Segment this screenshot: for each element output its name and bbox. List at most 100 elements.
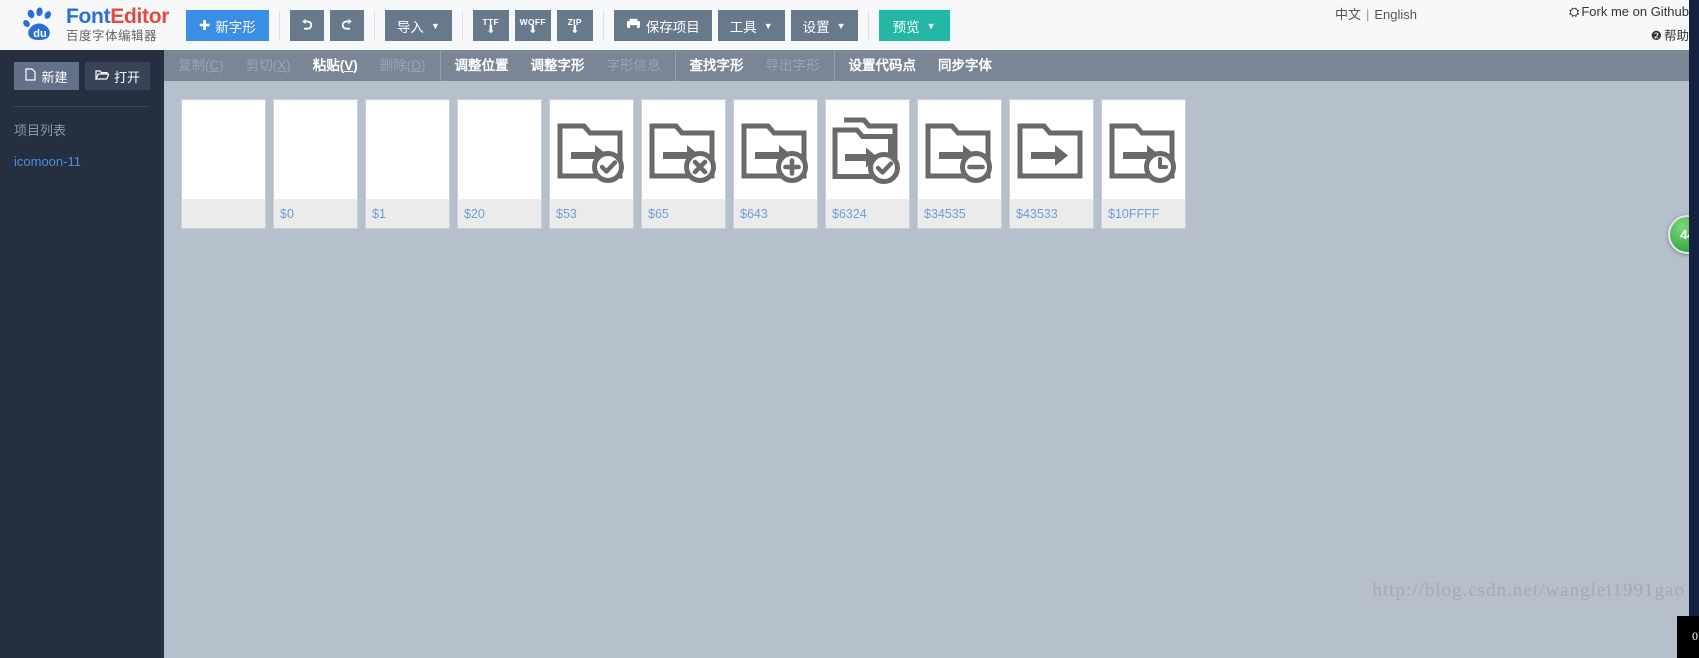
- help-link[interactable]: ❷ 帮助: [1651, 25, 1689, 44]
- sidebar: 新建 打开 项目列表 icomoon-11: [0, 50, 164, 658]
- settings-label: 设置: [802, 19, 830, 35]
- brand-subtitle: 百度字体编辑器: [66, 29, 158, 43]
- glyph-codepoint: $43533: [1010, 199, 1093, 228]
- tools-label: 工具: [729, 19, 757, 35]
- glyph-cell[interactable]: $34535: [918, 100, 1001, 228]
- sidebar-open-button[interactable]: 打开: [85, 62, 150, 90]
- project-list-label: 项目列表: [14, 123, 67, 138]
- menu-group-3: 设置代码点 同步字体: [833, 50, 1007, 81]
- import-button[interactable]: 导入 ▼: [384, 10, 452, 41]
- undo-button[interactable]: [289, 10, 324, 41]
- chevron-down-icon-5: ▼: [926, 20, 936, 31]
- new-glyph-button[interactable]: ✚ 新字形: [186, 10, 269, 41]
- glyph-codepoint: $643: [734, 199, 817, 228]
- menu-glyph-info: 字形信息: [606, 58, 661, 73]
- toolbar-divider-2: [373, 10, 375, 41]
- top-toolbar: ✚ 新字形 导入 ▼ TTF ⬇ WOFF ⬇ ZIP ⬇ 保存项目 工具 ▼ …: [186, 10, 956, 41]
- download-arrow-icon-3: ⬇: [570, 24, 580, 37]
- toolbar-divider-4: [602, 10, 604, 41]
- preview-label: 预览: [892, 19, 920, 35]
- undo-icon: [299, 16, 315, 35]
- download-arrow-icon-2: ⬇: [528, 24, 538, 37]
- github-icon: ⛭: [1568, 4, 1580, 19]
- glyph-cell[interactable]: $65: [642, 100, 725, 228]
- menu-export-glyph: 导出字形: [765, 58, 820, 73]
- glyph-codepoint: $34535: [918, 199, 1001, 228]
- folders-arrow-check-icon: [826, 100, 909, 199]
- glyph-cell[interactable]: $0: [274, 100, 357, 228]
- brand-name-editor: Editor: [110, 5, 170, 28]
- export-zip-button[interactable]: ZIP ⬇: [556, 10, 593, 41]
- glyph-preview-empty: [274, 100, 357, 199]
- chevron-down-icon-4: ▼: [836, 20, 846, 31]
- menu-set-codepoint[interactable]: 设置代码点: [838, 50, 928, 81]
- glyph-codepoint: [182, 199, 265, 228]
- top-bar: du FontEditor 百度字体编辑器 ✚ 新字形 导入 ▼ TTF ⬇ W…: [0, 0, 1699, 50]
- glyph-cell[interactable]: $6324: [826, 100, 909, 228]
- lang-chinese-link[interactable]: 中文: [1335, 7, 1361, 22]
- lang-english-link[interactable]: English: [1374, 7, 1417, 22]
- lang-separator: |: [1365, 7, 1370, 22]
- glyph-codepoint: $1: [366, 199, 449, 228]
- save-project-button[interactable]: 保存项目: [613, 10, 712, 41]
- chevron-down-icon-3: ▼: [763, 20, 773, 31]
- sidebar-open-label: 打开: [113, 69, 140, 85]
- menu-copy: 复制(C): [178, 58, 224, 73]
- folder-arrow-clock-icon: [1102, 100, 1185, 199]
- glyph-codepoint: $10FFFF: [1102, 199, 1185, 228]
- menu-group-0: 复制(C) 剪切(X) 粘贴(V) 删除(D): [164, 50, 440, 81]
- redo-button[interactable]: [329, 10, 364, 41]
- settings-button[interactable]: 设置 ▼: [790, 10, 858, 41]
- baidu-paw-icon: du: [22, 6, 58, 42]
- glyph-cell[interactable]: $1: [366, 100, 449, 228]
- folder-arrow-check-icon: [550, 100, 633, 199]
- glyph-cell[interactable]: [182, 100, 265, 228]
- folder-arrow-plus-icon: [734, 100, 817, 199]
- glyph-preview-empty: [366, 100, 449, 199]
- new-glyph-label: 新字形: [215, 19, 256, 35]
- menu-find-glyph[interactable]: 查找字形: [679, 50, 755, 81]
- right-edge-strip: [1689, 0, 1699, 658]
- svg-text:du: du: [33, 28, 46, 40]
- menu-paste[interactable]: 粘贴(V): [302, 50, 369, 81]
- question-circle-icon: ❷: [1650, 29, 1662, 43]
- brand-name: FontEditor: [66, 6, 169, 27]
- toolbar-divider: [278, 10, 280, 41]
- plus-icon: ✚: [199, 17, 211, 33]
- watermark-text: http://blog.csdn.net/wanglei1991gao: [1372, 580, 1685, 601]
- glyph-codepoint: $65: [642, 199, 725, 228]
- export-ttf-button[interactable]: TTF ⬇: [472, 10, 509, 41]
- toolbar-divider-5: [867, 10, 869, 41]
- glyph-codepoint: $0: [274, 199, 357, 228]
- menu-delete: 删除(D): [379, 58, 426, 73]
- file-icon: [25, 68, 37, 84]
- glyph-preview-empty: [182, 100, 265, 199]
- corner-mark: 0: [1692, 629, 1698, 643]
- tools-button[interactable]: 工具 ▼: [717, 10, 785, 41]
- folder-open-icon: [95, 69, 110, 84]
- preview-button[interactable]: 预览 ▼: [878, 10, 950, 41]
- fork-label: Fork me on Github: [1581, 4, 1689, 19]
- folder-arrow-x-icon: [642, 100, 725, 199]
- folder-arrow-icon: [1010, 100, 1093, 199]
- menu-adjust-glyph[interactable]: 调整字形: [520, 50, 596, 81]
- toolbar-divider-3: [461, 10, 463, 41]
- export-woff-button[interactable]: WOFF ⬇: [514, 10, 551, 41]
- glyph-cell[interactable]: $43533: [1010, 100, 1093, 228]
- menu-group-1: 调整位置 调整字形 字形信息: [439, 50, 675, 81]
- glyph-codepoint: $6324: [826, 199, 909, 228]
- menu-group-2: 查找字形 导出字形: [674, 50, 834, 81]
- sidebar-divider: [14, 106, 150, 107]
- sidebar-project-icomoon-11[interactable]: icomoon-11: [14, 154, 150, 169]
- glyph-codepoint: $53: [550, 199, 633, 228]
- glyph-cell[interactable]: $20: [458, 100, 541, 228]
- sidebar-new-button[interactable]: 新建: [14, 62, 79, 90]
- menu-adjust-position[interactable]: 调整位置: [444, 50, 520, 81]
- brand-logo: du FontEditor 百度字体编辑器: [22, 6, 169, 43]
- glyph-cell[interactable]: $53: [550, 100, 633, 228]
- glyph-cell[interactable]: $643: [734, 100, 817, 228]
- menu-cut: 剪切(X): [245, 58, 291, 73]
- fork-on-github-link[interactable]: ⛭ Fork me on Github: [1569, 4, 1689, 20]
- menu-sync-font[interactable]: 同步字体: [927, 50, 1003, 81]
- glyph-cell[interactable]: $10FFFF: [1102, 100, 1185, 228]
